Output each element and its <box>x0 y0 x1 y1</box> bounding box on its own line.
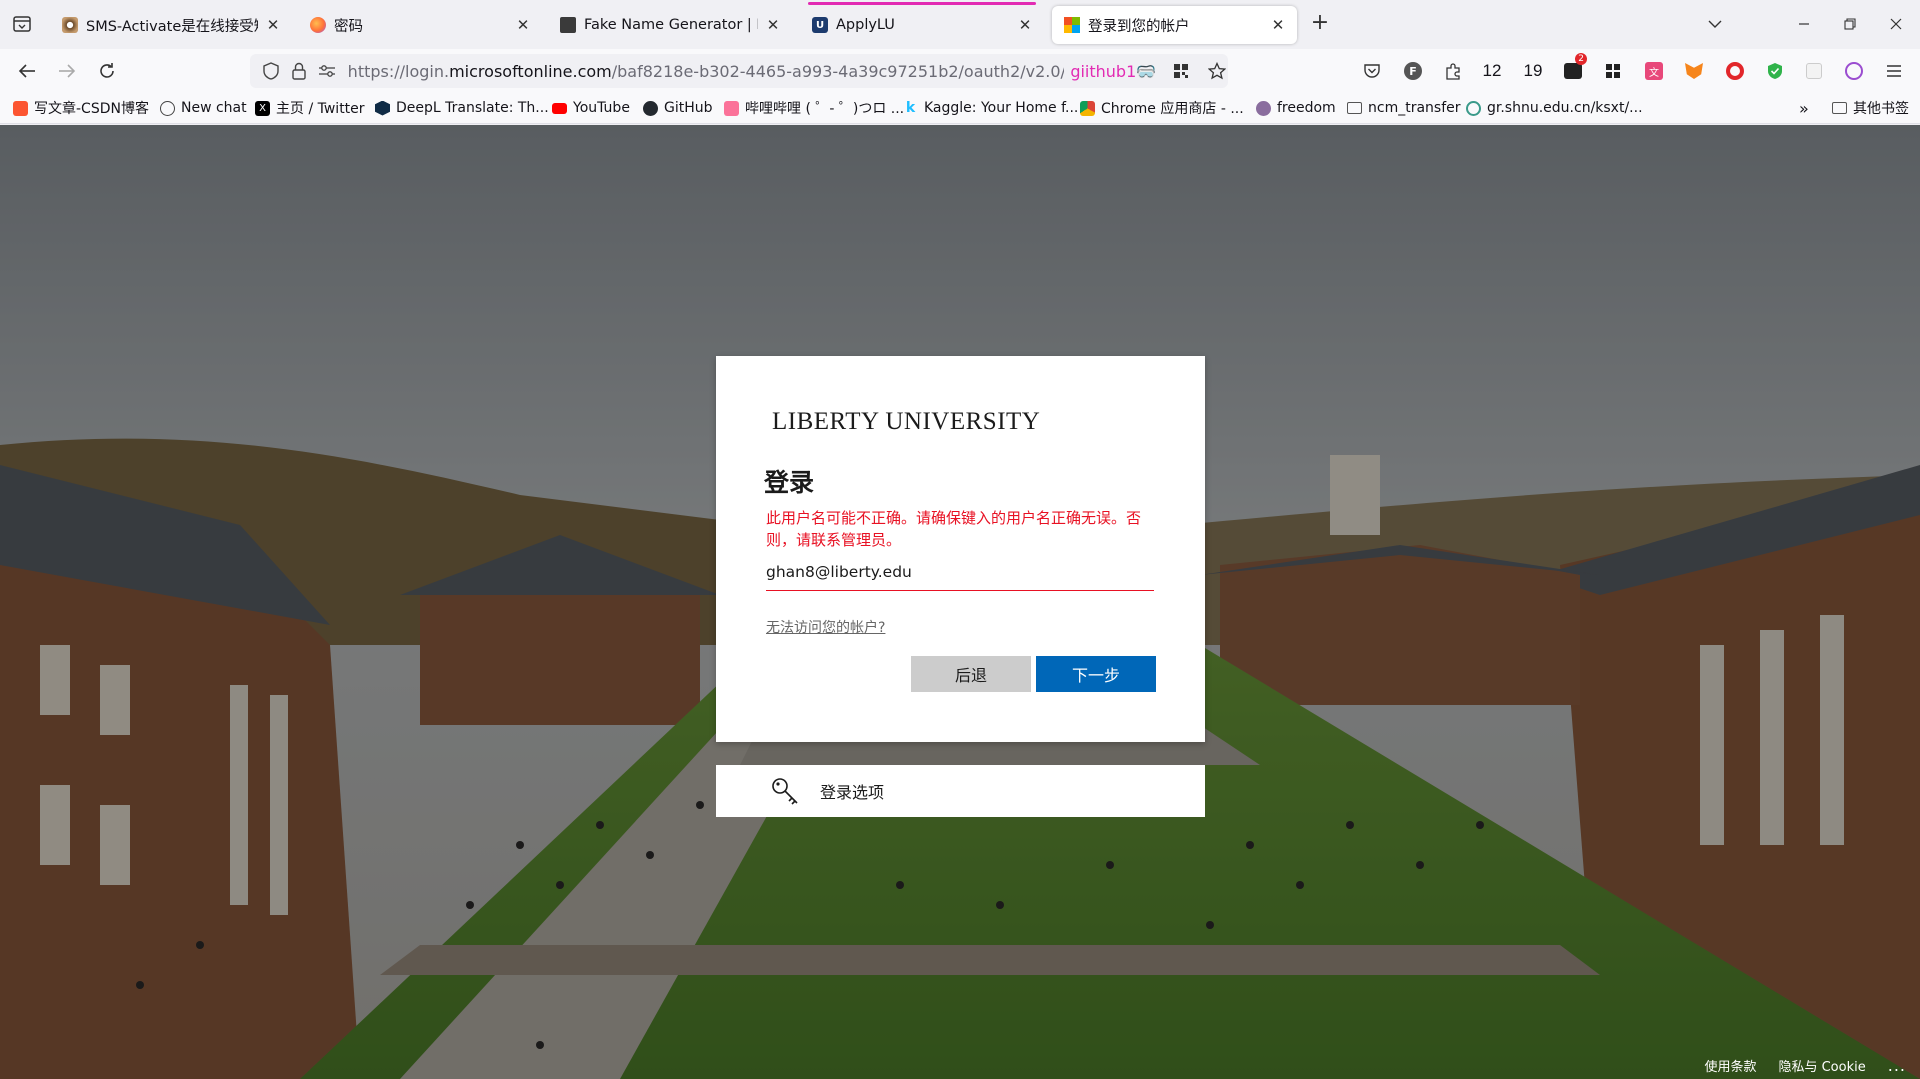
bilibili-icon <box>724 100 739 116</box>
username-input[interactable] <box>766 559 1154 591</box>
bookmark-gr-shnu[interactable]: gr.shnu.edu.cn/ksxt/... <box>1466 98 1643 118</box>
sign-in-page: LIBERTY UNIVERSITY 登录 此用户名可能不正确。请确保键入的用户… <box>0 125 1920 1079</box>
chrome-store-icon <box>1080 100 1095 116</box>
menu-icon[interactable] <box>1882 59 1906 83</box>
translate-extension-icon[interactable]: 文 <box>1642 59 1666 83</box>
bookmark-bilibili[interactable]: 哔哩哔哩 ( ゜- ゜)つロ ... <box>724 98 904 118</box>
more-options-icon[interactable]: ... <box>1888 1056 1906 1075</box>
tab-passwords[interactable]: 密码 ✕ <box>298 6 542 44</box>
close-tab-icon[interactable]: ✕ <box>1269 16 1287 34</box>
lock-icon[interactable] <box>288 60 310 82</box>
chrome-icon <box>62 17 78 33</box>
tab-sms-activate[interactable]: SMS-Activate是在线接受短信的 ✕ <box>50 6 292 44</box>
freedom-icon <box>1256 100 1271 116</box>
forward-icon[interactable] <box>54 58 80 84</box>
fakename-icon <box>560 17 576 33</box>
toolbar-count-1[interactable]: 12 <box>1480 59 1504 83</box>
blank-extension-icon[interactable] <box>1802 59 1826 83</box>
sign-in-options-button[interactable]: 登录选项 <box>716 765 1205 817</box>
opera-icon[interactable] <box>1723 59 1747 83</box>
deepl-icon <box>375 100 390 116</box>
folder-icon <box>1832 102 1847 114</box>
shield-check-icon[interactable] <box>1763 59 1787 83</box>
close-tab-icon[interactable]: ✕ <box>1016 16 1034 34</box>
bookmark-star-icon[interactable] <box>1206 60 1228 82</box>
bookmark-twitter[interactable]: X 主页 / Twitter <box>255 98 365 118</box>
brand-logo: LIBERTY UNIVERSITY <box>772 408 1041 435</box>
back-button[interactable]: 后退 <box>911 656 1031 692</box>
bookmark-new-chat[interactable]: New chat <box>160 98 247 118</box>
page-title: 登录 <box>764 468 815 497</box>
csdn-icon <box>13 100 28 116</box>
next-button[interactable]: 下一步 <box>1036 656 1156 692</box>
shield-icon[interactable] <box>260 60 282 82</box>
error-message: 此用户名可能不正确。请确保键入的用户名正确无误。否则，请联系管理员。 <box>766 509 1142 549</box>
tab-applylu[interactable]: U ApplyLU ✕ <box>800 2 1044 44</box>
metamask-icon[interactable] <box>1682 59 1706 83</box>
terms-of-use-link[interactable]: 使用条款 <box>1704 1056 1756 1075</box>
bookmark-kaggle[interactable]: k Kaggle: Your Home f... <box>903 98 1079 118</box>
pocket-icon[interactable] <box>1360 59 1384 83</box>
back-icon[interactable] <box>14 58 40 84</box>
youtube-icon <box>552 102 567 114</box>
tab-title: SMS-Activate是在线接受短信的 <box>86 18 258 35</box>
extension-badge[interactable]: giithub1🥽 <box>1070 62 1156 81</box>
sign-in-card: LIBERTY UNIVERSITY 登录 此用户名可能不正确。请确保键入的用户… <box>716 356 1205 742</box>
extension-f-icon[interactable]: F <box>1401 59 1425 83</box>
firefox-icon <box>310 17 326 33</box>
key-icon <box>772 778 798 805</box>
globe-icon <box>1466 100 1481 116</box>
new-tab-icon[interactable]: + <box>1308 12 1332 36</box>
tab-title: 登录到您的帐户 <box>1088 18 1190 35</box>
chevron-double-right-icon[interactable]: » <box>1799 98 1809 118</box>
sign-in-options-label: 登录选项 <box>820 783 885 802</box>
address-bar[interactable]: https://login.microsoftonline.com/baf821… <box>250 54 1228 88</box>
notification-badge: 2 <box>1575 53 1587 65</box>
tab-title: Fake Name Generator | FauxI <box>584 17 758 33</box>
navigation-toolbar: https://login.microsoftonline.com/baf821… <box>0 49 1920 93</box>
minimize-icon[interactable] <box>1792 12 1816 36</box>
page-footer: 使用条款 隐私与 Cookie ... <box>1704 1051 1920 1079</box>
x-icon: X <box>255 100 270 116</box>
account-icon[interactable] <box>1842 59 1866 83</box>
bookmark-csdn[interactable]: 写文章-CSDN博客 <box>13 98 149 118</box>
other-bookmarks[interactable]: 其他书签 <box>1832 98 1909 118</box>
tab-sign-in[interactable]: 登录到您的帐户 ✕ <box>1052 6 1297 44</box>
folder-icon <box>1347 102 1362 114</box>
chevron-down-icon[interactable] <box>1703 12 1727 36</box>
github-icon <box>643 100 658 116</box>
restore-icon[interactable] <box>1838 12 1862 36</box>
privacy-cookies-link[interactable]: 隐私与 Cookie <box>1778 1056 1865 1075</box>
permissions-icon[interactable] <box>316 60 338 82</box>
chatgpt-icon <box>160 100 175 116</box>
kaggle-icon: k <box>905 99 916 116</box>
qr-code-icon[interactable] <box>1170 60 1192 82</box>
tab-title: 密码 <box>334 18 363 35</box>
url-text[interactable]: https://login.microsoftonline.com/baf821… <box>348 62 1065 81</box>
close-window-icon[interactable] <box>1884 12 1908 36</box>
cant-access-account-link[interactable]: 无法访问您的帐户? <box>766 617 885 637</box>
extensions-puzzle-icon[interactable] <box>1441 59 1465 83</box>
bookmark-chrome-store[interactable]: Chrome 应用商店 - ... <box>1080 98 1244 118</box>
bookmark-youtube[interactable]: YouTube <box>552 98 630 118</box>
bookmark-ncm-transfer[interactable]: ncm_transfer <box>1347 98 1461 118</box>
tab-title: ApplyLU <box>836 17 895 33</box>
reload-icon[interactable] <box>94 58 120 84</box>
tab-fake-name-generator[interactable]: Fake Name Generator | FauxI ✕ <box>548 6 792 44</box>
bookmark-deepl[interactable]: DeepL Translate: Th... <box>375 98 549 118</box>
grid-extension-icon[interactable] <box>1601 59 1625 83</box>
extension-badge-icon[interactable]: 2 <box>1561 53 1587 83</box>
close-tab-icon[interactable]: ✕ <box>764 16 782 34</box>
list-all-tabs-icon[interactable] <box>10 12 34 36</box>
close-tab-icon[interactable]: ✕ <box>264 16 282 34</box>
tab-strip: SMS-Activate是在线接受短信的 ✕ 密码 ✕ Fake Name Ge… <box>0 0 1920 49</box>
applylu-icon: U <box>812 17 828 33</box>
toolbar-count-2[interactable]: 19 <box>1521 59 1545 83</box>
close-tab-icon[interactable]: ✕ <box>514 16 532 34</box>
bookmark-freedom[interactable]: freedom <box>1256 98 1336 118</box>
bookmark-github[interactable]: GitHub <box>643 98 713 118</box>
microsoft-icon <box>1064 17 1080 33</box>
bookmarks-toolbar: 写文章-CSDN博客 New chat X 主页 / Twitter DeepL … <box>0 93 1920 124</box>
